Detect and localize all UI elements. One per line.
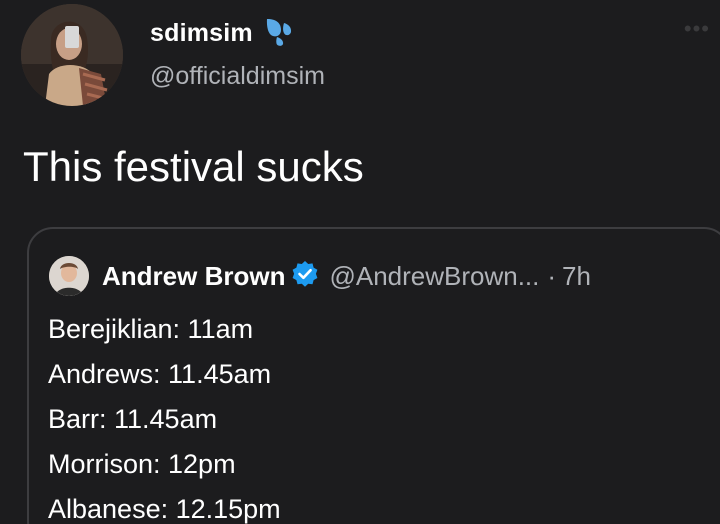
author-avatar[interactable]	[21, 4, 123, 106]
quoted-tweet-card[interactable]: Andrew Brown @AndrewBrown... · 7h Bereji…	[27, 227, 720, 524]
quoted-tweet-text: Berejiklian: 11am Andrews: 11.45am Barr:…	[48, 307, 281, 524]
quoted-text-line: Barr: 11.45am	[48, 404, 218, 434]
tweet: sdimsim @officialdimsim ••• This festiva…	[0, 0, 720, 524]
author-display-name[interactable]: sdimsim	[150, 19, 253, 48]
author-name-row: sdimsim	[150, 16, 295, 51]
quoted-author-display-name[interactable]: Andrew Brown	[102, 261, 285, 292]
quoted-text-line: Morrison: 12pm	[48, 449, 236, 479]
sweat-droplets-icon	[263, 16, 295, 51]
author-handle[interactable]: @officialdimsim	[150, 62, 325, 91]
timestamp-separator: ·	[547, 260, 557, 291]
quoted-author-avatar[interactable]	[49, 256, 89, 296]
quoted-text-line: Andrews: 11.45am	[48, 359, 272, 389]
quoted-author-handle[interactable]: @AndrewBrown...	[329, 261, 539, 292]
quoted-tweet-timestamp[interactable]: 7h	[562, 261, 591, 292]
more-horizontal-icon[interactable]: •••	[684, 18, 710, 40]
quoted-tweet-header: Andrew Brown @AndrewBrown... · 7h	[49, 256, 591, 296]
verified-badge-icon	[291, 260, 319, 293]
quoted-text-line: Albanese: 12.15pm	[48, 494, 281, 524]
tweet-text: This festival sucks	[23, 143, 364, 190]
quoted-text-line: Berejiklian: 11am	[48, 314, 254, 344]
